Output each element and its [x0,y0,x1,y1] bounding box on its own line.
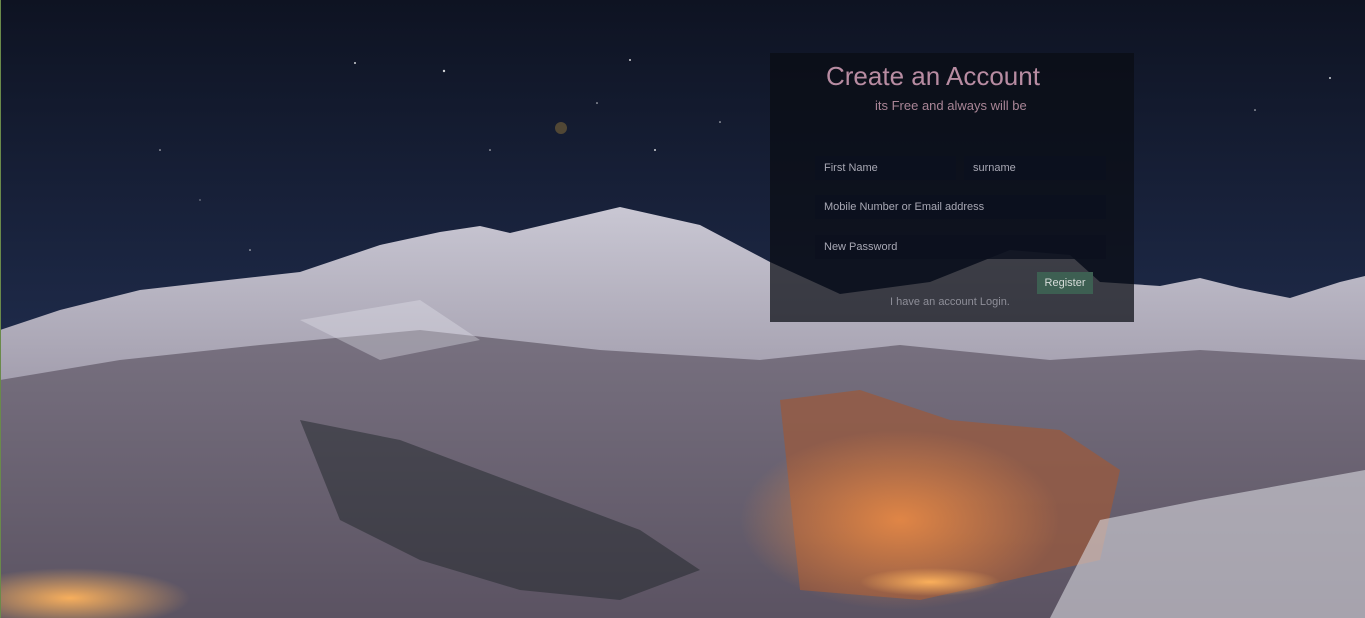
mountain-night-background [0,0,1365,618]
register-button[interactable]: Register [1037,272,1093,294]
login-link[interactable]: I have an account Login. [890,296,1010,308]
page-subtitle: its Free and always will be [875,98,1027,113]
surname-input[interactable] [964,156,1106,180]
page-title: Create an Account [826,61,1040,91]
left-edge-line [0,0,1,618]
first-name-input[interactable] [815,156,956,180]
contact-input[interactable] [815,195,1106,219]
password-input[interactable] [815,235,1106,259]
